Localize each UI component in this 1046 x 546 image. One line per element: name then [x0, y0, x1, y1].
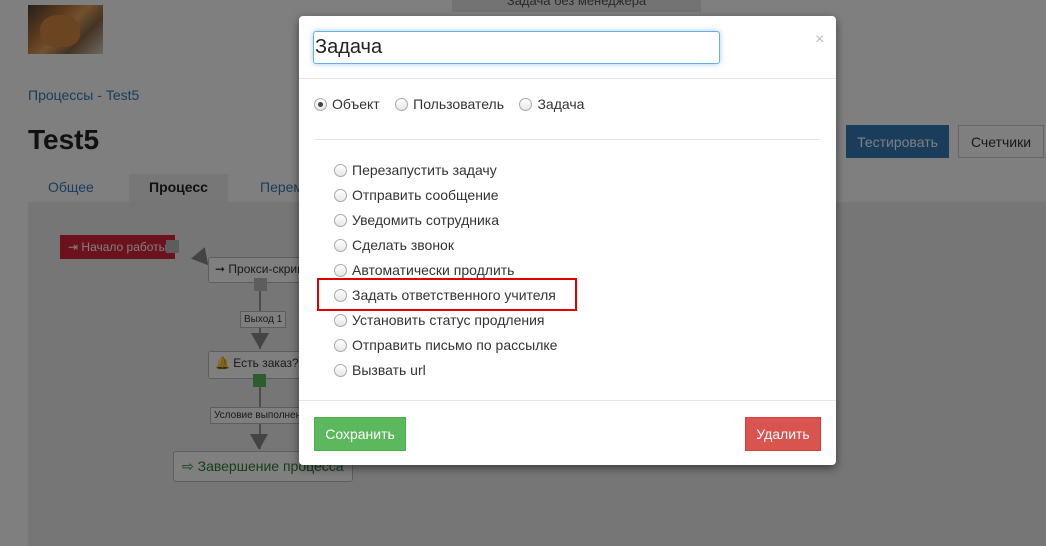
radio-icon[interactable]	[334, 338, 347, 352]
target-type-group: Объект Пользователь Задача	[314, 96, 595, 114]
action-option[interactable]: Автоматически продлить	[334, 262, 514, 278]
action-label: Отправить письмо по рассылке	[352, 337, 558, 353]
save-button[interactable]: Сохранить	[314, 417, 406, 451]
modal-header: ×	[299, 16, 836, 79]
task-title-input[interactable]	[313, 31, 720, 64]
modal-footer: Сохранить Удалить	[299, 400, 836, 465]
radio-icon[interactable]	[334, 188, 347, 202]
action-option[interactable]: Уведомить сотрудника	[334, 212, 499, 228]
radio-icon[interactable]	[334, 163, 347, 177]
divider	[314, 139, 820, 140]
action-option[interactable]: Отправить сообщение	[334, 187, 499, 203]
type-user-label: Пользователь	[413, 96, 504, 112]
action-label: Вызвать url	[352, 362, 426, 378]
radio-icon[interactable]	[334, 313, 347, 327]
radio-icon[interactable]	[334, 363, 347, 377]
action-label: Отправить сообщение	[352, 187, 499, 203]
radio-icon[interactable]	[314, 97, 327, 111]
action-label: Уведомить сотрудника	[352, 212, 500, 228]
action-label: Сделать звонок	[352, 237, 454, 253]
action-label: Перезапустить задачу	[352, 162, 497, 178]
action-option[interactable]: Вызвать url	[334, 362, 426, 378]
action-option[interactable]: Перезапустить задачу	[334, 162, 497, 178]
radio-icon[interactable]	[334, 263, 347, 277]
close-icon[interactable]: ×	[809, 30, 830, 50]
radio-icon[interactable]	[334, 238, 347, 252]
highlight-box	[317, 278, 577, 311]
action-label: Автоматически продлить	[352, 262, 515, 278]
delete-button[interactable]: Удалить	[745, 417, 821, 451]
action-option[interactable]: Установить статус продления	[334, 312, 545, 328]
type-object-option[interactable]: Объект	[314, 96, 380, 112]
radio-icon[interactable]	[519, 97, 533, 111]
action-option[interactable]: Сделать звонок	[334, 237, 454, 253]
radio-icon[interactable]	[334, 213, 347, 227]
radio-icon[interactable]	[395, 97, 409, 111]
type-task-label: Задача	[537, 96, 585, 112]
type-user-option[interactable]: Пользователь	[395, 96, 504, 112]
type-task-option[interactable]: Задача	[519, 96, 584, 112]
task-modal: × Объект Пользователь Задача Перезапусти…	[299, 16, 836, 465]
action-label: Установить статус продления	[352, 312, 545, 328]
action-option[interactable]: Отправить письмо по рассылке	[334, 337, 557, 353]
type-object-label: Объект	[332, 96, 380, 112]
